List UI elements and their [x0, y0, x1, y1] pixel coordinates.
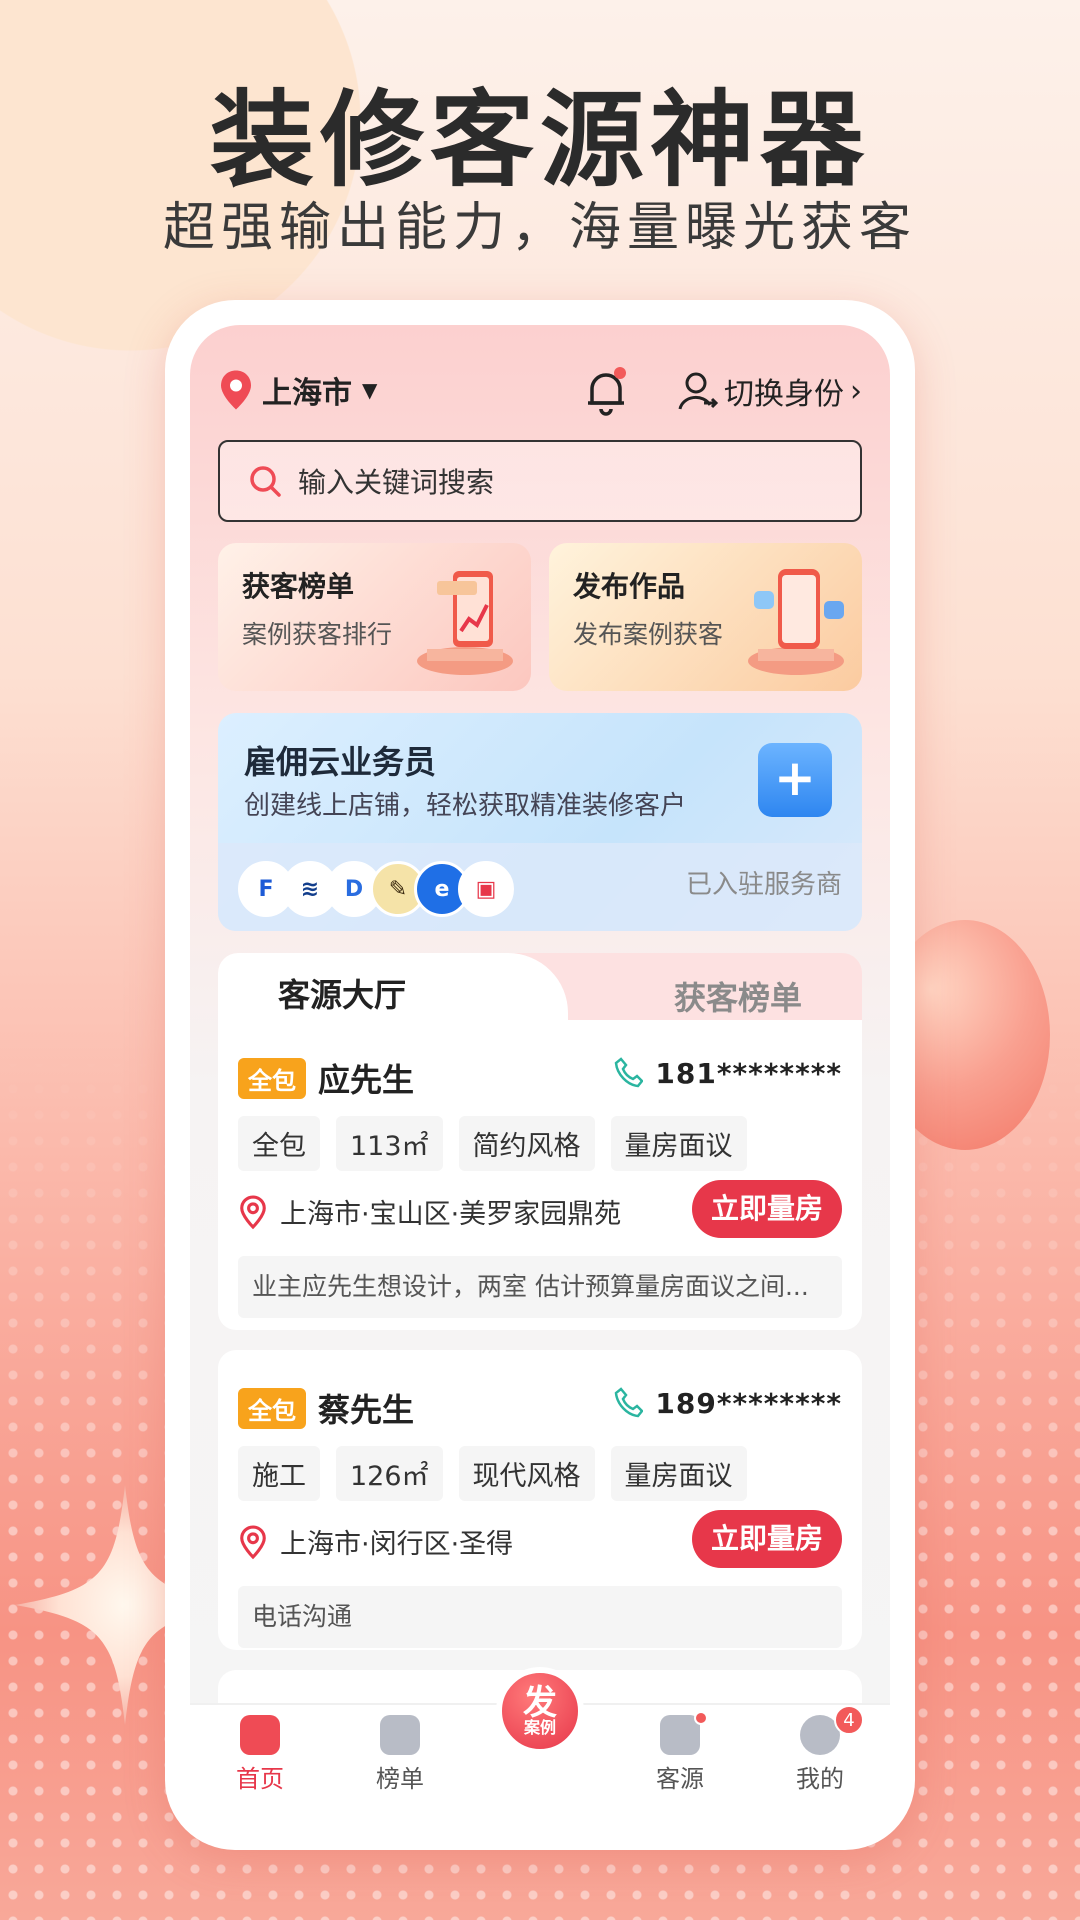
top-bar: 上海市 ▼ 切换身份 ›	[218, 365, 862, 417]
location-pin-icon	[221, 370, 251, 410]
lead-address: 上海市·宝山区·美罗家园鼎苑	[238, 1192, 621, 1231]
publish-sublabel: 案例	[523, 1718, 556, 1737]
tab-home-label: 首页	[236, 1765, 284, 1793]
tab-ranking[interactable]: 获客榜单	[674, 973, 802, 1019]
app-screen: 上海市 ▼ 切换身份 › 输入关键词搜索 获客榜单 案例获客排行 发布作品 发布…	[190, 325, 890, 1705]
tag-area: 113㎡	[336, 1116, 443, 1171]
notification-dot	[694, 1711, 708, 1725]
tab-leads[interactable]: 客源	[610, 1705, 750, 1794]
tag-style: 简约风格	[458, 1116, 595, 1171]
phone-number[interactable]: 181********	[613, 1056, 842, 1090]
tag-budget: 量房面议	[610, 1446, 747, 1501]
add-plus-button[interactable]: +	[758, 743, 832, 817]
phone-publish-illustration-icon	[748, 569, 844, 675]
city-label: 上海市	[262, 376, 352, 411]
hire-banner-subtitle: 创建线上店铺，轻松获取精准装修客户	[244, 791, 687, 821]
ranking-card[interactable]: 获客榜单 案例获客排行	[218, 543, 531, 691]
city-selector[interactable]: 上海市 ▼	[218, 368, 377, 412]
lead-header: 全包 蔡先生 189********	[238, 1386, 842, 1430]
phone-icon	[615, 1387, 644, 1418]
publish-case-button[interactable]: 发 案例	[496, 1667, 584, 1755]
phone-number[interactable]: 189********	[613, 1386, 842, 1420]
lead-card[interactable]: 全包 蔡先生 189******** 施工 126㎡ 现代风格 量房面议 上海市…	[218, 1350, 862, 1650]
provider-logo-6: ▣	[458, 861, 514, 917]
customer-name: 应先生	[318, 1061, 415, 1099]
search-icon	[250, 466, 281, 497]
lead-note: 电话沟通	[238, 1586, 842, 1648]
ranking-icon	[380, 1715, 420, 1755]
publish-work-card[interactable]: 发布作品 发布案例获客	[549, 543, 862, 691]
promo-headline: 装修客源神器	[209, 79, 870, 201]
provider-logos: F ≋ D ✎ e ▣	[238, 861, 514, 917]
tag-style: 现代风格	[458, 1446, 595, 1501]
search-placeholder: 输入关键词搜索	[298, 466, 495, 499]
location-pin-icon	[240, 1524, 266, 1559]
lead-address: 上海市·闵行区·圣得	[238, 1522, 513, 1561]
tag-type: 全包	[238, 1116, 320, 1171]
chevron-right-icon: ›	[850, 373, 862, 409]
hire-banner-title: 雇佣云业务员	[244, 743, 437, 781]
phone-number-text: 189********	[655, 1386, 842, 1420]
caret-down-icon: ▼	[362, 378, 378, 402]
home-icon	[240, 1715, 280, 1755]
lead-tags: 全包 113㎡ 简约风格 量房面议	[238, 1116, 747, 1171]
phone-number-text: 181********	[655, 1056, 842, 1090]
lead-header: 全包 应先生 181********	[238, 1056, 842, 1100]
joined-providers-label[interactable]: 已入驻服务商	[686, 864, 842, 901]
customer-name: 蔡先生	[318, 1391, 415, 1429]
user-switch-icon	[678, 372, 719, 410]
tab-home[interactable]: 首页	[190, 1705, 330, 1794]
tab-ranking-label: 榜单	[376, 1765, 424, 1793]
tab-profile-label: 我的	[796, 1765, 844, 1793]
tab-ranking-list[interactable]: 榜单	[330, 1705, 470, 1794]
feature-cards: 获客榜单 案例获客排行 发布作品 发布案例获客	[218, 543, 862, 691]
tag-area: 126㎡	[336, 1446, 443, 1501]
tag-type: 施工	[238, 1446, 320, 1501]
package-badge: 全包	[238, 1057, 306, 1099]
lead-tags: 施工 126㎡ 现代风格 量房面议	[238, 1446, 747, 1501]
address-text: 上海市·闵行区·圣得	[280, 1529, 514, 1560]
lead-note: 业主应先生想设计，两室 估计预算量房面议之间...	[238, 1256, 842, 1318]
measure-now-button[interactable]: 立即量房	[692, 1180, 842, 1238]
hire-agent-banner[interactable]: 雇佣云业务员 创建线上店铺，轻松获取精准装修客户 + F ≋ D ✎ e ▣ 已…	[218, 713, 862, 931]
package-badge: 全包	[238, 1387, 306, 1429]
address-text: 上海市·宝山区·美罗家园鼎苑	[280, 1199, 622, 1230]
phone-icon	[615, 1057, 644, 1088]
publish-label: 发	[523, 1683, 557, 1723]
profile-badge-count: 4	[834, 1705, 864, 1735]
bottom-tab-bar: 首页 榜单 发 案例 客源 4 我的	[190, 1667, 890, 1805]
search-input[interactable]: 输入关键词搜索	[218, 440, 862, 522]
tab-profile[interactable]: 4 我的	[750, 1705, 890, 1794]
ranking-chart-illustration-icon	[417, 571, 513, 675]
tab-publish[interactable]: 发 案例	[470, 1667, 610, 1755]
tag-budget: 量房面议	[610, 1116, 747, 1171]
lead-card[interactable]: 全包 应先生 181******** 全包 113㎡ 简约风格 量房面议 上海市…	[218, 1020, 862, 1330]
bell-icon[interactable]	[580, 365, 632, 417]
switch-identity-label: 切换身份	[724, 377, 844, 412]
promo-subline: 超强输出能力，海量曝光获客	[162, 198, 917, 258]
tab-leads-label: 客源	[656, 1765, 704, 1793]
location-pin-icon	[240, 1194, 266, 1229]
measure-now-button[interactable]: 立即量房	[692, 1510, 842, 1568]
switch-identity-button[interactable]: 切换身份 ›	[676, 369, 862, 413]
